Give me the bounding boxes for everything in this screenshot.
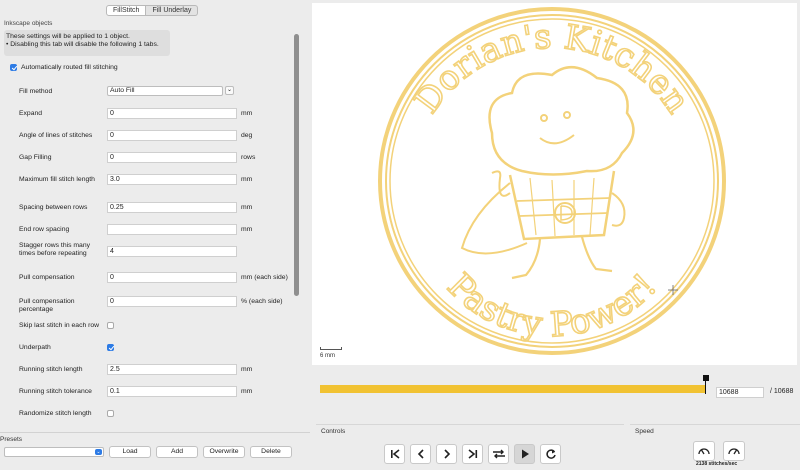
param-input[interactable]: 0.1: [107, 386, 237, 397]
speed-label: Speed: [635, 428, 654, 435]
param-input[interactable]: 2.5: [107, 364, 237, 375]
step-back-button[interactable]: [410, 444, 431, 464]
param-label: Gap Filling: [19, 154, 52, 161]
param-input[interactable]: [107, 224, 237, 235]
auto-fill-label: Automatically routed fill stitching: [21, 64, 118, 71]
param-label: Underpath: [19, 344, 51, 351]
direction-toggle-button[interactable]: [488, 444, 509, 464]
param-label: Running stitch tolerance: [19, 388, 92, 395]
param-input[interactable]: 0: [107, 108, 237, 119]
param-input[interactable]: 4: [107, 246, 237, 257]
param-label: Randomize stitch length: [19, 410, 92, 417]
play-button[interactable]: [514, 444, 535, 464]
info-line-1: These settings will be applied to 1 obje…: [6, 33, 130, 40]
group-label: Inkscape objects: [4, 20, 53, 27]
param-unit: mm (each side): [241, 274, 288, 281]
param-input[interactable]: 0: [107, 272, 237, 283]
settings-scrollbar[interactable]: [294, 34, 299, 296]
param-unit: rows: [241, 154, 256, 161]
delete-button[interactable]: Delete: [250, 446, 292, 458]
preview-canvas[interactable]: Dorian's Kitchen Pastry Power! 6 mm: [312, 3, 797, 365]
auto-fill-checkbox[interactable]: [10, 64, 17, 71]
embroidery-design: Dorian's Kitchen Pastry Power!: [378, 7, 726, 355]
param-checkbox[interactable]: [107, 322, 114, 329]
param-label: Spacing between rows: [19, 204, 88, 211]
refresh-icon: [545, 449, 556, 459]
chevron-down-icon: ⌄: [95, 449, 102, 455]
param-label: Pull compensation: [19, 274, 75, 281]
speed-section: Speed 2138 stitches/sec: [630, 424, 800, 470]
param-checkbox[interactable]: [107, 410, 114, 417]
progress-marker-line: [705, 380, 706, 394]
jump-to-start-button[interactable]: [384, 444, 405, 464]
tab-fill-underlay[interactable]: Fill Underlay: [146, 5, 199, 16]
speedometer-slow-icon: [698, 448, 710, 455]
params-panel: FillStitch Fill Underlay Inkscape object…: [0, 0, 310, 470]
param-input[interactable]: 0: [107, 130, 237, 141]
skip-to-start-icon: [390, 449, 399, 459]
current-stitch-field[interactable]: 10688: [716, 387, 764, 398]
stitch-progress: 10688 / 10688: [312, 368, 797, 398]
param-unit: mm: [241, 176, 253, 183]
presets-label: Presets: [0, 436, 23, 443]
info-line-2: • Disabling this tab will disable the fo…: [6, 41, 159, 48]
slower-button[interactable]: [693, 441, 715, 461]
info-box: These settings will be applied to 1 obje…: [4, 30, 170, 56]
stitch-lines: [378, 7, 726, 355]
param-input[interactable]: 0.25: [107, 202, 237, 213]
speed-readout: 2138 stitches/sec: [696, 461, 738, 467]
play-icon: [521, 449, 529, 459]
param-unit: mm: [241, 110, 253, 117]
param-label: Pull compensation percentage: [19, 298, 75, 313]
chevron-down-icon: ⌄: [226, 87, 233, 93]
param-label: End row spacing: [19, 226, 70, 233]
controls-label: Controls: [321, 428, 346, 435]
param-unit: % (each side): [241, 298, 283, 305]
tab-bar: FillStitch Fill Underlay: [106, 5, 199, 16]
progress-track[interactable]: [320, 385, 706, 393]
swap-arrows-icon: [492, 449, 505, 459]
scale-bar: [320, 347, 342, 350]
jump-to-end-button[interactable]: [462, 444, 483, 464]
overwrite-button[interactable]: Overwrite: [203, 446, 245, 458]
progress-slider-thumb[interactable]: [703, 375, 709, 381]
presets-section: Presets ⌄ Load Add Overwrite Delete: [0, 432, 310, 470]
param-label: Skip last stitch in each row: [19, 322, 100, 329]
skip-to-end-icon: [468, 449, 477, 459]
param-input[interactable]: 0: [107, 152, 237, 163]
speedometer-fast-icon: [728, 448, 740, 455]
param-checkbox[interactable]: [107, 344, 114, 351]
step-forward-button[interactable]: [436, 444, 457, 464]
param-unit: deg: [241, 132, 253, 139]
fill-method-dropdown-button[interactable]: ⌄: [225, 86, 234, 95]
param-unit: mm: [241, 366, 253, 373]
param-input[interactable]: 3.0: [107, 174, 237, 185]
param-label: Stagger rows this many times before repe…: [19, 242, 91, 257]
restart-button[interactable]: [540, 444, 561, 464]
param-label: Maximum fill stitch length: [19, 176, 95, 183]
load-button[interactable]: Load: [109, 446, 151, 458]
total-stitches: / 10688: [770, 388, 794, 395]
chevron-left-icon: [417, 449, 424, 459]
scale-label: 6 mm: [320, 353, 335, 359]
controls-section: Controls: [316, 424, 624, 470]
chevron-right-icon: [443, 449, 450, 459]
presets-combo[interactable]: ⌄: [4, 447, 104, 457]
param-unit: mm: [241, 388, 253, 395]
tab-fillstitch[interactable]: FillStitch: [106, 5, 147, 16]
param-label: Angle of lines of stitches: [19, 132, 93, 139]
add-button[interactable]: Add: [156, 446, 198, 458]
param-unit: mm: [241, 226, 253, 233]
param-label: Expand: [19, 110, 43, 117]
settings-pane: Inkscape objects These settings will be …: [0, 16, 302, 430]
fill-method-select[interactable]: Auto Fill: [107, 86, 223, 96]
param-label: Running stitch length: [19, 366, 83, 373]
design-top-text: Dorian's Kitchen: [407, 17, 698, 121]
param-input[interactable]: 0: [107, 296, 237, 307]
auto-fill-row[interactable]: Automatically routed fill stitching: [10, 64, 118, 71]
param-unit: mm: [241, 204, 253, 211]
faster-button[interactable]: [723, 441, 745, 461]
fill-method-label: Fill method: [19, 88, 53, 95]
